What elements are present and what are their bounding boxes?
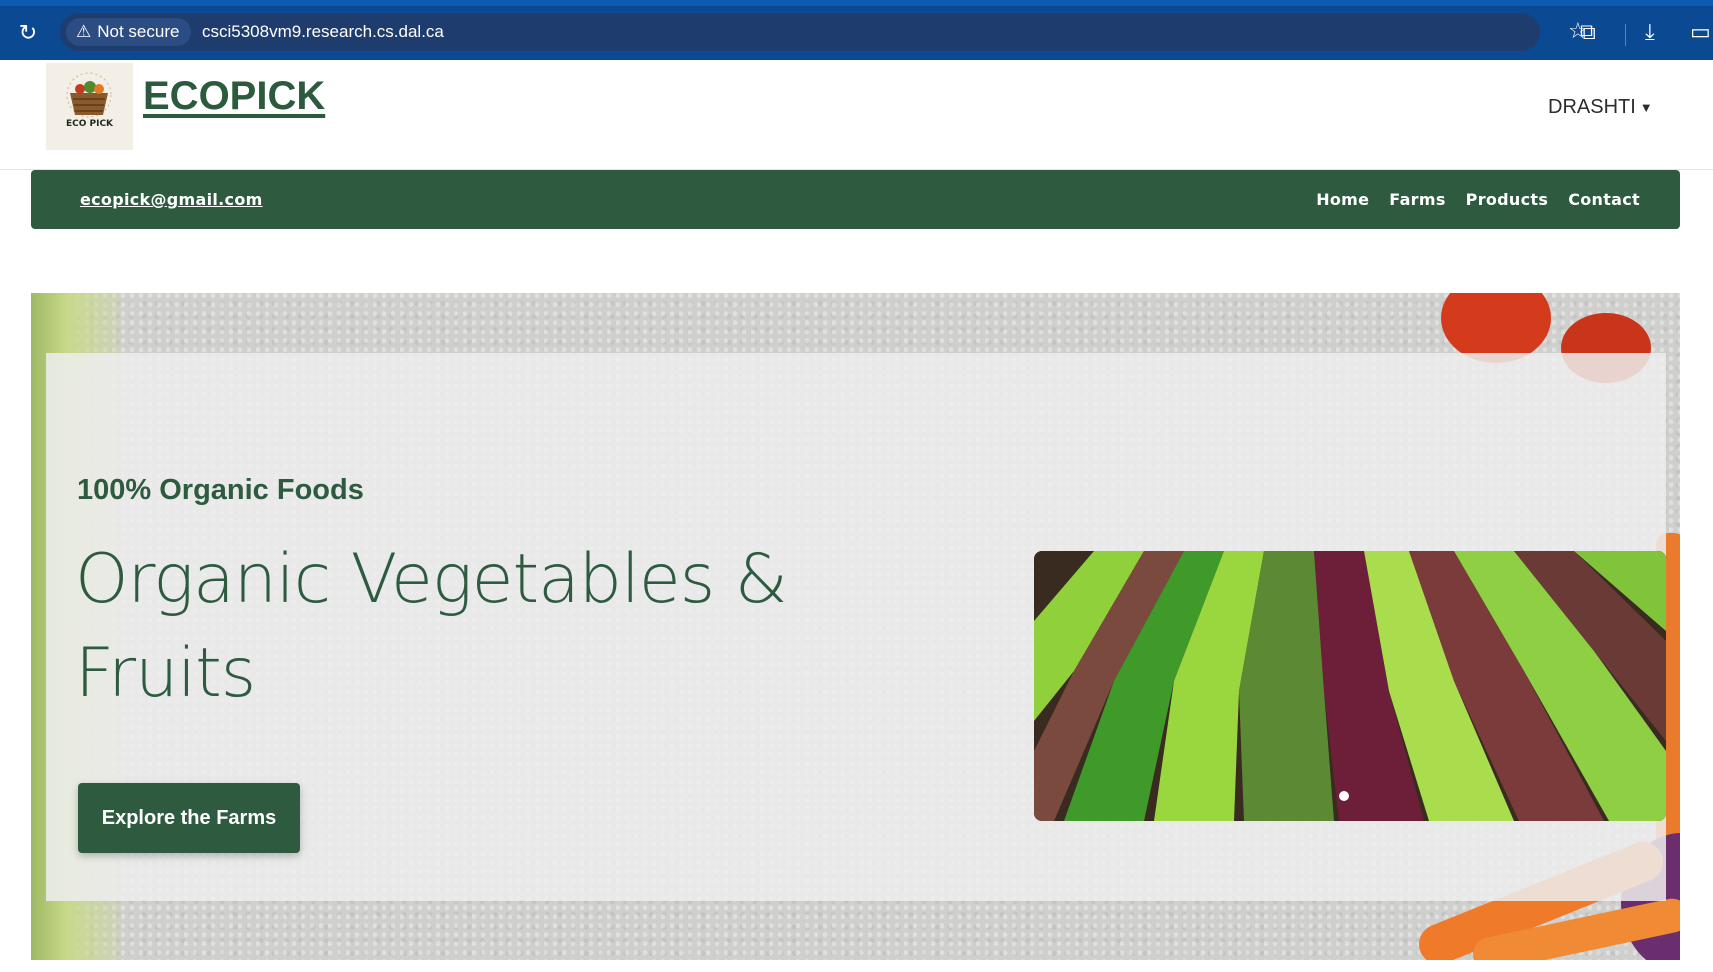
logo-text: ECO PICK [65, 119, 114, 129]
hero-carousel-image[interactable] [1034, 551, 1666, 821]
toolbar-divider [1625, 24, 1626, 46]
hero-title: Organic Vegetables & Fruits [75, 540, 788, 713]
carousel-indicator-dot[interactable] [1339, 791, 1349, 801]
nav-link-contact[interactable]: Contact [1568, 190, 1640, 209]
download-icon[interactable]: ⤓ [1645, 20, 1655, 46]
warning-icon: ⚠ [76, 22, 92, 41]
nav-links: Home Farms Products Contact [1316, 190, 1640, 209]
url-text[interactable]: csci5308vm9.research.cs.dal.ca [202, 22, 444, 42]
nav-link-farms[interactable]: Farms [1389, 190, 1445, 209]
security-indicator[interactable]: ⚠ Not secure [66, 18, 192, 46]
main-navbar: ecopick@gmail.com Home Farms Products Co… [31, 170, 1680, 229]
side-panel-icon[interactable]: ▭ [1690, 20, 1711, 46]
contact-email-link[interactable]: ecopick@gmail.com [80, 190, 263, 209]
user-menu[interactable]: DRASHTI ▼ [1548, 96, 1653, 119]
lettuce-field-image [1034, 551, 1666, 821]
nav-link-home[interactable]: Home [1316, 190, 1369, 209]
extensions-icon[interactable]: ⧉ [1580, 20, 1596, 46]
address-bar[interactable]: ⚠ Not secure csci5308vm9.research.cs.dal… [60, 13, 1588, 51]
brand-link[interactable]: ECOPICK [143, 74, 325, 119]
logo[interactable]: ECO PICK [46, 63, 133, 150]
caret-down-icon: ▼ [1639, 100, 1653, 115]
hero-badge: 100% Organic Foods [77, 474, 364, 506]
site-header: ECO PICK ECOPICK DRASHTI ▼ [0, 60, 1713, 170]
browser-toolbar: ↻ ⚠ Not secure csci5308vm9.research.cs.d… [0, 0, 1713, 60]
explore-farms-button[interactable]: Explore the Farms [78, 783, 300, 853]
reload-icon[interactable]: ↻ [16, 22, 40, 46]
user-name: DRASHTI [1548, 96, 1636, 118]
basket-logo-icon [66, 72, 112, 118]
nav-link-products[interactable]: Products [1466, 190, 1549, 209]
security-label: Not secure [97, 22, 180, 41]
